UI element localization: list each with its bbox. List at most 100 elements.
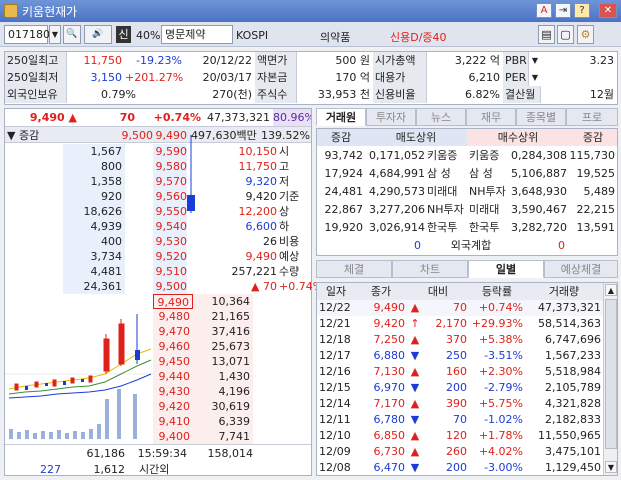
table-row[interactable]: 12/21 9,420 ↑ 2,170 +29.93% 58,514,363: [317, 316, 603, 332]
search-icon[interactable]: 🔍: [63, 25, 81, 44]
mini-candle-chart: [5, 294, 153, 442]
daily-rate: -2.79%: [484, 381, 523, 394]
ask-price[interactable]: 9,540: [153, 219, 187, 234]
help-button[interactable]: ?: [574, 3, 590, 18]
sell-broker[interactable]: NH투자: [427, 201, 467, 219]
summary-label: 상: [279, 205, 290, 218]
scroll-up-icon[interactable]: ▲: [605, 284, 617, 296]
buy-broker[interactable]: 키움증: [469, 147, 509, 165]
table-row[interactable]: 12/11 6,780 ▼ 70 -1.02% 2,182,833: [317, 412, 603, 428]
ask-price[interactable]: 9,550: [153, 204, 187, 219]
settings-gear-icon[interactable]: ⚙: [577, 25, 594, 44]
bid-price[interactable]: 9,480: [153, 309, 193, 324]
ask-price[interactable]: 9,580: [153, 159, 187, 174]
ask-price[interactable]: 9,530: [153, 234, 187, 249]
daily-volume: 1,129,450: [545, 461, 601, 474]
after-hours-row: 227 1,612 시간외: [40, 463, 170, 476]
list-icon[interactable]: ▤: [538, 25, 555, 44]
foreign-holding-value: 0.79%: [101, 88, 136, 101]
bid-price[interactable]: 9,490: [153, 294, 193, 309]
table-row[interactable]: 12/08 6,470 ▼ 200 -3.00% 1,129,450: [317, 460, 603, 476]
bid-quantity: 10,364: [193, 294, 253, 309]
sell-broker[interactable]: 키움증: [427, 147, 467, 165]
summary-value: ▲ 70: [251, 280, 277, 293]
tab-by-stock[interactable]: 종목별: [516, 108, 566, 126]
daily-arrow-icon: ↑: [410, 317, 420, 330]
daily-scrollbar[interactable]: ▲ ▼: [603, 283, 617, 475]
buy-broker[interactable]: NH투자: [469, 183, 509, 201]
broker-header-sell-inc: 증감: [317, 129, 365, 146]
close-button[interactable]: ✕: [599, 3, 617, 18]
buy-broker[interactable]: 삼 성: [469, 165, 509, 183]
ask-price[interactable]: 9,500: [153, 279, 187, 294]
ask-price[interactable]: 9,590: [153, 144, 187, 159]
tab-trades[interactable]: 체결: [316, 260, 392, 278]
tab-chart[interactable]: 차트: [392, 260, 468, 278]
table-row[interactable]: 12/09 6,730 ▲ 260 +4.02% 3,475,101: [317, 444, 603, 460]
table-row[interactable]: 12/17 6,880 ▼ 250 -3.51% 1,567,233: [317, 348, 603, 364]
window-icon[interactable]: ▢: [557, 25, 574, 44]
scroll-thumb[interactable]: [605, 299, 617, 449]
sell-increase: 93,742: [324, 149, 364, 162]
ask-row: 800 9,580: [5, 159, 187, 174]
broker-table: 증감 매도상위 매수상위 증감 93,742 0,171,052 키움증 키움증 0,2…: [316, 128, 618, 256]
bid-price[interactable]: 9,430: [153, 384, 193, 399]
bid-price[interactable]: 9,420: [153, 399, 193, 414]
daily-close: 6,730: [373, 445, 406, 458]
buy-broker[interactable]: 한국투: [469, 219, 509, 237]
table-row[interactable]: 12/18 7,250 ▲ 370 +5.38% 6,747,696: [317, 332, 603, 348]
scroll-down-icon[interactable]: ▼: [605, 461, 617, 473]
broker-row: 17,924 4,684,991 삼 성삼 성 5,106,887 19,525: [317, 165, 617, 183]
total-volume: 47,373,321: [207, 111, 270, 124]
table-row[interactable]: 12/15 6,970 ▼ 200 -2.79% 2,105,789: [317, 380, 603, 396]
toolbar: 017180 ▼ 🔍 🔊 신 40% 명문제약 KOSPI 의약품 신용D/증4…: [0, 22, 621, 47]
tab-investors[interactable]: 투자자: [366, 108, 416, 126]
pin-button[interactable]: ⇥: [555, 3, 571, 18]
title-bar: 키움현재가 A ⇥ ? ✕: [0, 0, 621, 22]
font-a-button[interactable]: A: [536, 3, 552, 18]
bid-price[interactable]: 9,450: [153, 354, 193, 369]
summary-value: 12,200: [238, 205, 278, 218]
broker-row: 19,920 3,026,914 한국투 한국투 3,282,720 13,591: [317, 219, 617, 237]
sell-broker[interactable]: 삼 성: [427, 165, 467, 183]
bid-price[interactable]: 9,470: [153, 324, 193, 339]
tab-brokers[interactable]: 거래원: [316, 108, 366, 126]
ask-price[interactable]: 9,570: [153, 174, 187, 189]
ask-row: 1,567 9,590: [5, 144, 187, 159]
sell-broker[interactable]: 한국투: [427, 219, 467, 237]
foreign-holding-label: 외국인보유: [5, 86, 67, 103]
tab-news[interactable]: 뉴스: [416, 108, 466, 126]
market-cap-label: 시가총액: [373, 52, 427, 69]
pbr-dropdown[interactable]: ▼: [529, 52, 541, 69]
bid-price[interactable]: 9,410: [153, 414, 193, 429]
ask-price[interactable]: 9,520: [153, 249, 187, 264]
daily-close: 6,970: [373, 381, 406, 394]
shares-value: 33,953 천: [317, 88, 370, 101]
bid-price[interactable]: 9,400: [153, 429, 193, 444]
sell-broker[interactable]: 미래대: [427, 183, 467, 201]
tab-program[interactable]: 프로: [566, 108, 618, 126]
ask-price[interactable]: 9,510: [153, 264, 187, 279]
summary-row: 9,420 기준: [187, 189, 311, 204]
buy-broker[interactable]: 미래대: [469, 201, 509, 219]
code-dropdown-button[interactable]: ▼: [49, 25, 61, 44]
daily-header-date: 일자: [317, 283, 355, 300]
order-book-header: ▼ 증감 9,500 9,490 497,630백만 139.52%: [5, 126, 311, 143]
tab-financials[interactable]: 재무: [466, 108, 516, 126]
low-250-value: 3,150: [90, 71, 123, 84]
ask-price[interactable]: 9,560: [153, 189, 187, 204]
per-dropdown[interactable]: ▼: [529, 69, 541, 86]
sell-quantity: 3,277,206: [369, 203, 425, 216]
stock-code-input[interactable]: 017180: [4, 25, 50, 44]
table-row[interactable]: 12/10 6,850 ▲ 120 +1.78% 11,550,965: [317, 428, 603, 444]
table-row[interactable]: 12/14 7,170 ▲ 390 +5.75% 4,321,828: [317, 396, 603, 412]
table-row[interactable]: 12/22 9,490 ▲ 70 +0.74% 47,373,321: [317, 300, 603, 316]
table-row[interactable]: 12/16 7,130 ▲ 160 +2.30% 5,518,984: [317, 364, 603, 380]
tab-daily[interactable]: 일별: [468, 260, 544, 278]
bid-quantity: 7,741: [193, 429, 253, 444]
bid-price[interactable]: 9,440: [153, 369, 193, 384]
low-250-date: 20/03/17: [202, 71, 252, 84]
bid-price[interactable]: 9,460: [153, 339, 193, 354]
speaker-icon[interactable]: 🔊: [84, 25, 112, 44]
tab-expected[interactable]: 예상체결: [544, 260, 618, 278]
